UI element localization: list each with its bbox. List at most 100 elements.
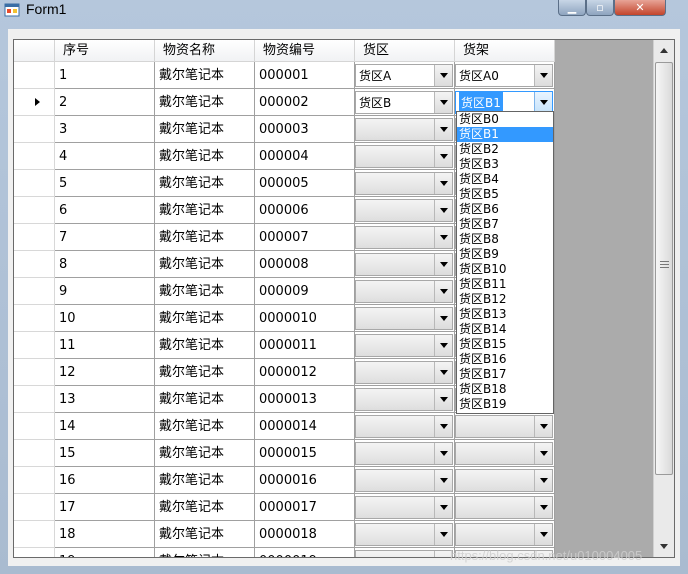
dropdown-option[interactable]: 货区B1: [457, 127, 553, 142]
cell-shelf[interactable]: [455, 521, 555, 548]
cell-name[interactable]: 戴尔笔记本: [155, 170, 255, 197]
chevron-down-icon[interactable]: [434, 335, 452, 356]
cell-area[interactable]: [355, 467, 455, 494]
column-header-index[interactable]: 序号: [55, 40, 155, 62]
cell-name[interactable]: 戴尔笔记本: [155, 251, 255, 278]
cell-code[interactable]: 0000014: [255, 413, 355, 440]
chevron-down-icon[interactable]: [534, 65, 552, 86]
row-header[interactable]: [14, 359, 55, 386]
cell-area[interactable]: [355, 224, 455, 251]
column-header-area[interactable]: 货区: [355, 40, 455, 62]
cell-index[interactable]: 19: [55, 548, 155, 557]
cell-shelf[interactable]: [455, 494, 555, 521]
row-header[interactable]: [14, 386, 55, 413]
cell-index[interactable]: 15: [55, 440, 155, 467]
cell-index[interactable]: 12: [55, 359, 155, 386]
cell-code[interactable]: 000003: [255, 116, 355, 143]
cell-area[interactable]: [355, 440, 455, 467]
area-combobox[interactable]: [355, 361, 453, 384]
area-combobox[interactable]: [355, 145, 453, 168]
cell-code[interactable]: 0000012: [255, 359, 355, 386]
dropdown-option[interactable]: 货区B6: [457, 202, 553, 217]
scroll-up-icon[interactable]: [655, 42, 673, 60]
area-combobox[interactable]: [355, 307, 453, 330]
row-header[interactable]: [14, 413, 55, 440]
area-combobox[interactable]: 货区B: [355, 91, 453, 114]
column-header-code[interactable]: 物资编号: [255, 40, 355, 62]
chevron-down-icon[interactable]: [434, 524, 452, 545]
chevron-down-icon[interactable]: [434, 146, 452, 167]
cell-area[interactable]: 货区A: [355, 62, 455, 89]
cell-area[interactable]: [355, 332, 455, 359]
cell-name[interactable]: 戴尔笔记本: [155, 116, 255, 143]
cell-area[interactable]: [355, 359, 455, 386]
cell-code[interactable]: 0000013: [255, 386, 355, 413]
cell-index[interactable]: 4: [55, 143, 155, 170]
cell-name[interactable]: 戴尔笔记本: [155, 494, 255, 521]
cell-name[interactable]: 戴尔笔记本: [155, 89, 255, 116]
cell-index[interactable]: 5: [55, 170, 155, 197]
cell-shelf[interactable]: 货区A0: [455, 62, 555, 89]
dropdown-option[interactable]: 货区B15: [457, 337, 553, 352]
column-header-name[interactable]: 物资名称: [155, 40, 255, 62]
row-header[interactable]: [14, 197, 55, 224]
column-header-shelf[interactable]: 货架: [455, 40, 555, 62]
cell-code[interactable]: 000005: [255, 170, 355, 197]
cell-index[interactable]: 1: [55, 62, 155, 89]
cell-area[interactable]: [355, 413, 455, 440]
row-header[interactable]: [14, 143, 55, 170]
cell-code[interactable]: 000009: [255, 278, 355, 305]
dropdown-option[interactable]: 货区B3: [457, 157, 553, 172]
chevron-down-icon[interactable]: [434, 389, 452, 410]
dropdown-option[interactable]: 货区B8: [457, 232, 553, 247]
chevron-down-icon[interactable]: [534, 470, 552, 491]
chevron-down-icon[interactable]: [434, 173, 452, 194]
top-left-header-cell[interactable]: [14, 40, 55, 62]
shelf-combobox[interactable]: [455, 496, 553, 519]
area-combobox[interactable]: [355, 550, 453, 557]
chevron-down-icon[interactable]: [534, 443, 552, 464]
shelf-combobox[interactable]: [455, 415, 553, 438]
cell-code[interactable]: 000006: [255, 197, 355, 224]
cell-name[interactable]: 戴尔笔记本: [155, 305, 255, 332]
row-header[interactable]: [14, 548, 55, 557]
dropdown-option[interactable]: 货区B13: [457, 307, 553, 322]
cell-index[interactable]: 11: [55, 332, 155, 359]
dropdown-option[interactable]: 货区B10: [457, 262, 553, 277]
cell-area[interactable]: [355, 143, 455, 170]
area-combobox[interactable]: [355, 442, 453, 465]
dropdown-option[interactable]: 货区B2: [457, 142, 553, 157]
area-combobox[interactable]: 货区A: [355, 64, 453, 87]
shelf-combobox[interactable]: [455, 442, 553, 465]
row-header[interactable]: [14, 494, 55, 521]
cell-index[interactable]: 9: [55, 278, 155, 305]
area-combobox[interactable]: [355, 334, 453, 357]
area-combobox[interactable]: [355, 118, 453, 141]
cell-name[interactable]: 戴尔笔记本: [155, 521, 255, 548]
dropdown-option[interactable]: 货区B17: [457, 367, 553, 382]
scroll-down-icon[interactable]: [655, 537, 673, 555]
cell-area[interactable]: [355, 548, 455, 557]
chevron-down-icon[interactable]: [534, 524, 552, 545]
dropdown-option[interactable]: 货区B19: [457, 397, 553, 412]
chevron-down-icon[interactable]: [434, 92, 452, 113]
area-combobox[interactable]: [355, 496, 453, 519]
area-combobox[interactable]: [355, 469, 453, 492]
cell-name[interactable]: 戴尔笔记本: [155, 62, 255, 89]
area-combobox[interactable]: [355, 415, 453, 438]
chevron-down-icon[interactable]: [434, 470, 452, 491]
chevron-down-icon[interactable]: [434, 497, 452, 518]
chevron-down-icon[interactable]: [434, 443, 452, 464]
dropdown-option[interactable]: 货区B5: [457, 187, 553, 202]
area-combobox[interactable]: [355, 199, 453, 222]
chevron-down-icon[interactable]: [434, 227, 452, 248]
dropdown-option[interactable]: 货区B14: [457, 322, 553, 337]
dropdown-option[interactable]: 货区B0: [457, 112, 553, 127]
cell-code[interactable]: 0000015: [255, 440, 355, 467]
cell-name[interactable]: 戴尔笔记本: [155, 548, 255, 557]
cell-name[interactable]: 戴尔笔记本: [155, 197, 255, 224]
chevron-down-icon[interactable]: [534, 416, 552, 437]
cell-code[interactable]: 000002: [255, 89, 355, 116]
dropdown-option[interactable]: 货区B4: [457, 172, 553, 187]
cell-area[interactable]: [355, 386, 455, 413]
